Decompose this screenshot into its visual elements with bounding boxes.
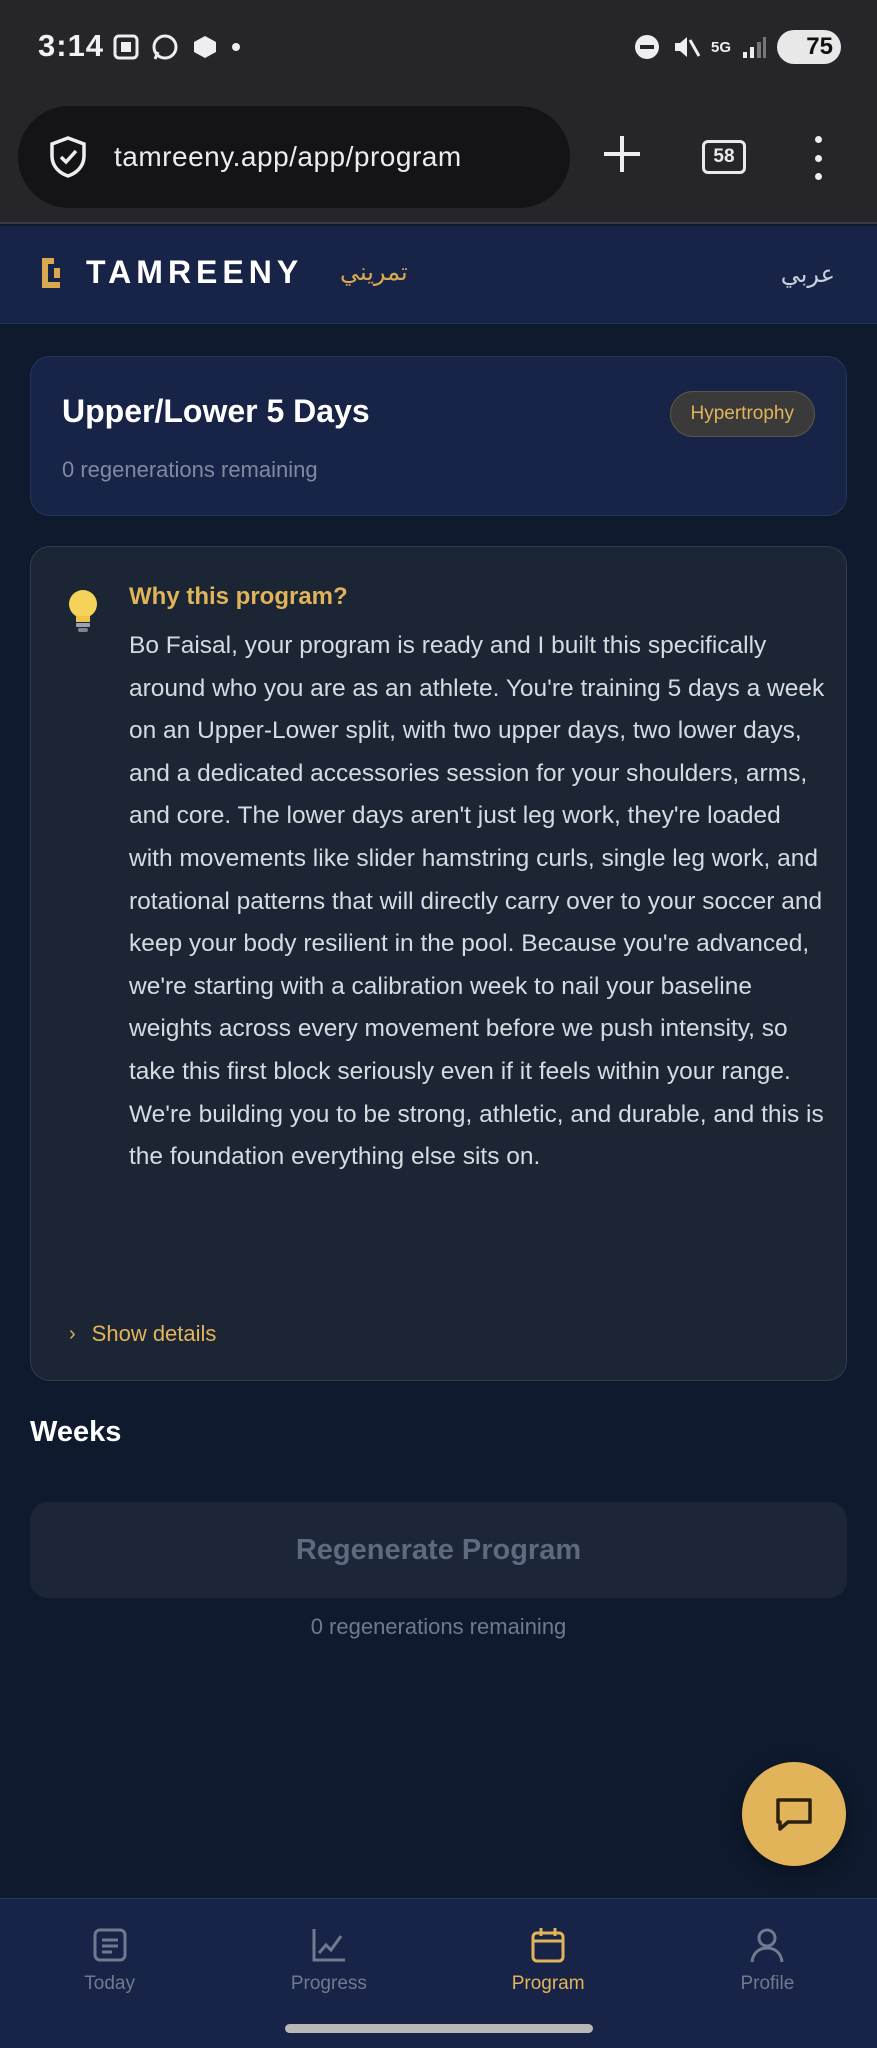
new-tab-icon[interactable]	[598, 130, 646, 178]
mute-icon	[674, 37, 701, 57]
signal-icon	[743, 37, 766, 58]
dot-icon	[232, 43, 240, 51]
chevron-right-icon: ›	[69, 1322, 76, 1345]
screenshot-icon	[113, 34, 139, 60]
tab-count: 58	[713, 146, 735, 167]
regenerations-remaining-note: 0 regenerations remaining	[310, 1614, 567, 1639]
why-this-program-card: Why this program? Bo Faisal, your progra…	[30, 546, 847, 1381]
app-notification-icon	[194, 36, 216, 58]
whatsapp-icon	[152, 34, 178, 60]
nav-label-profile: Profile	[740, 1973, 795, 1994]
chat-button[interactable]	[742, 1762, 846, 1866]
browser-toolbar: tamreeny.app/app/program 58	[0, 100, 877, 224]
regenerate-program-button[interactable]: Regenerate Program	[30, 1502, 847, 1598]
tamreeny-logo-icon[interactable]	[38, 256, 64, 290]
browser-menu-icon[interactable]	[810, 136, 826, 180]
nav-label-program: Program	[511, 1973, 585, 1994]
dnd-icon	[634, 35, 659, 59]
why-explanation: Bo Faisal, your program is ready and I b…	[129, 632, 825, 1171]
battery-level: 75	[806, 33, 833, 60]
address-bar[interactable]: tamreeny.app/app/program	[18, 106, 570, 208]
shield-icon[interactable]	[48, 135, 88, 179]
language-toggle[interactable]: عربي	[781, 260, 835, 289]
regenerations-remaining: 0 regenerations remaining	[62, 457, 318, 482]
show-details-toggle[interactable]: › Show details	[69, 1321, 216, 1347]
weeks-heading: Weeks	[30, 1416, 122, 1448]
battery-indicator: 75	[777, 30, 841, 64]
tab-switcher-button[interactable]: 58	[702, 140, 746, 174]
chart-icon	[312, 1929, 345, 1962]
status-system-icons: 5G 75	[633, 30, 841, 64]
program-goal-badge: Hypertrophy	[669, 391, 815, 437]
show-details-label: Show details	[91, 1321, 217, 1346]
system-gesture-area	[0, 2018, 877, 2048]
calendar-icon	[531, 1928, 565, 1963]
nav-item-program[interactable]: Program	[439, 1899, 658, 2018]
nav-item-today[interactable]: Today	[0, 1899, 219, 2018]
nav-item-profile[interactable]: Profile	[658, 1899, 877, 2018]
chat-icon	[776, 1798, 812, 1831]
nav-label-progress: Progress	[290, 1973, 367, 1994]
brand-name-arabic: تمريني	[340, 259, 408, 286]
program-summary-card: Upper/Lower 5 Days Hypertrophy 0 regener…	[30, 356, 847, 516]
lightbulb-icon	[69, 590, 97, 632]
network-label: 5G	[710, 38, 731, 56]
status-bar: 3:14 5G 75	[0, 0, 877, 100]
program-title: Upper/Lower 5 Days	[62, 393, 370, 429]
nav-label-today: Today	[84, 1973, 135, 1994]
brand-name[interactable]: TAMREENY	[86, 254, 303, 291]
calendar-list-icon	[93, 1928, 127, 1962]
why-heading: Why this program?	[129, 583, 348, 610]
gesture-handle[interactable]	[285, 2024, 593, 2033]
nav-item-progress[interactable]: Progress	[219, 1899, 438, 2018]
status-time: 3:14	[38, 28, 105, 63]
url-text[interactable]: tamreeny.app/app/program	[114, 141, 462, 173]
bottom-navigation: Today Progress Program Profile	[0, 1898, 877, 2018]
app-header: TAMREENY تمريني عربي	[0, 226, 877, 324]
status-notification-icons	[112, 32, 242, 62]
user-icon	[750, 1928, 784, 1963]
